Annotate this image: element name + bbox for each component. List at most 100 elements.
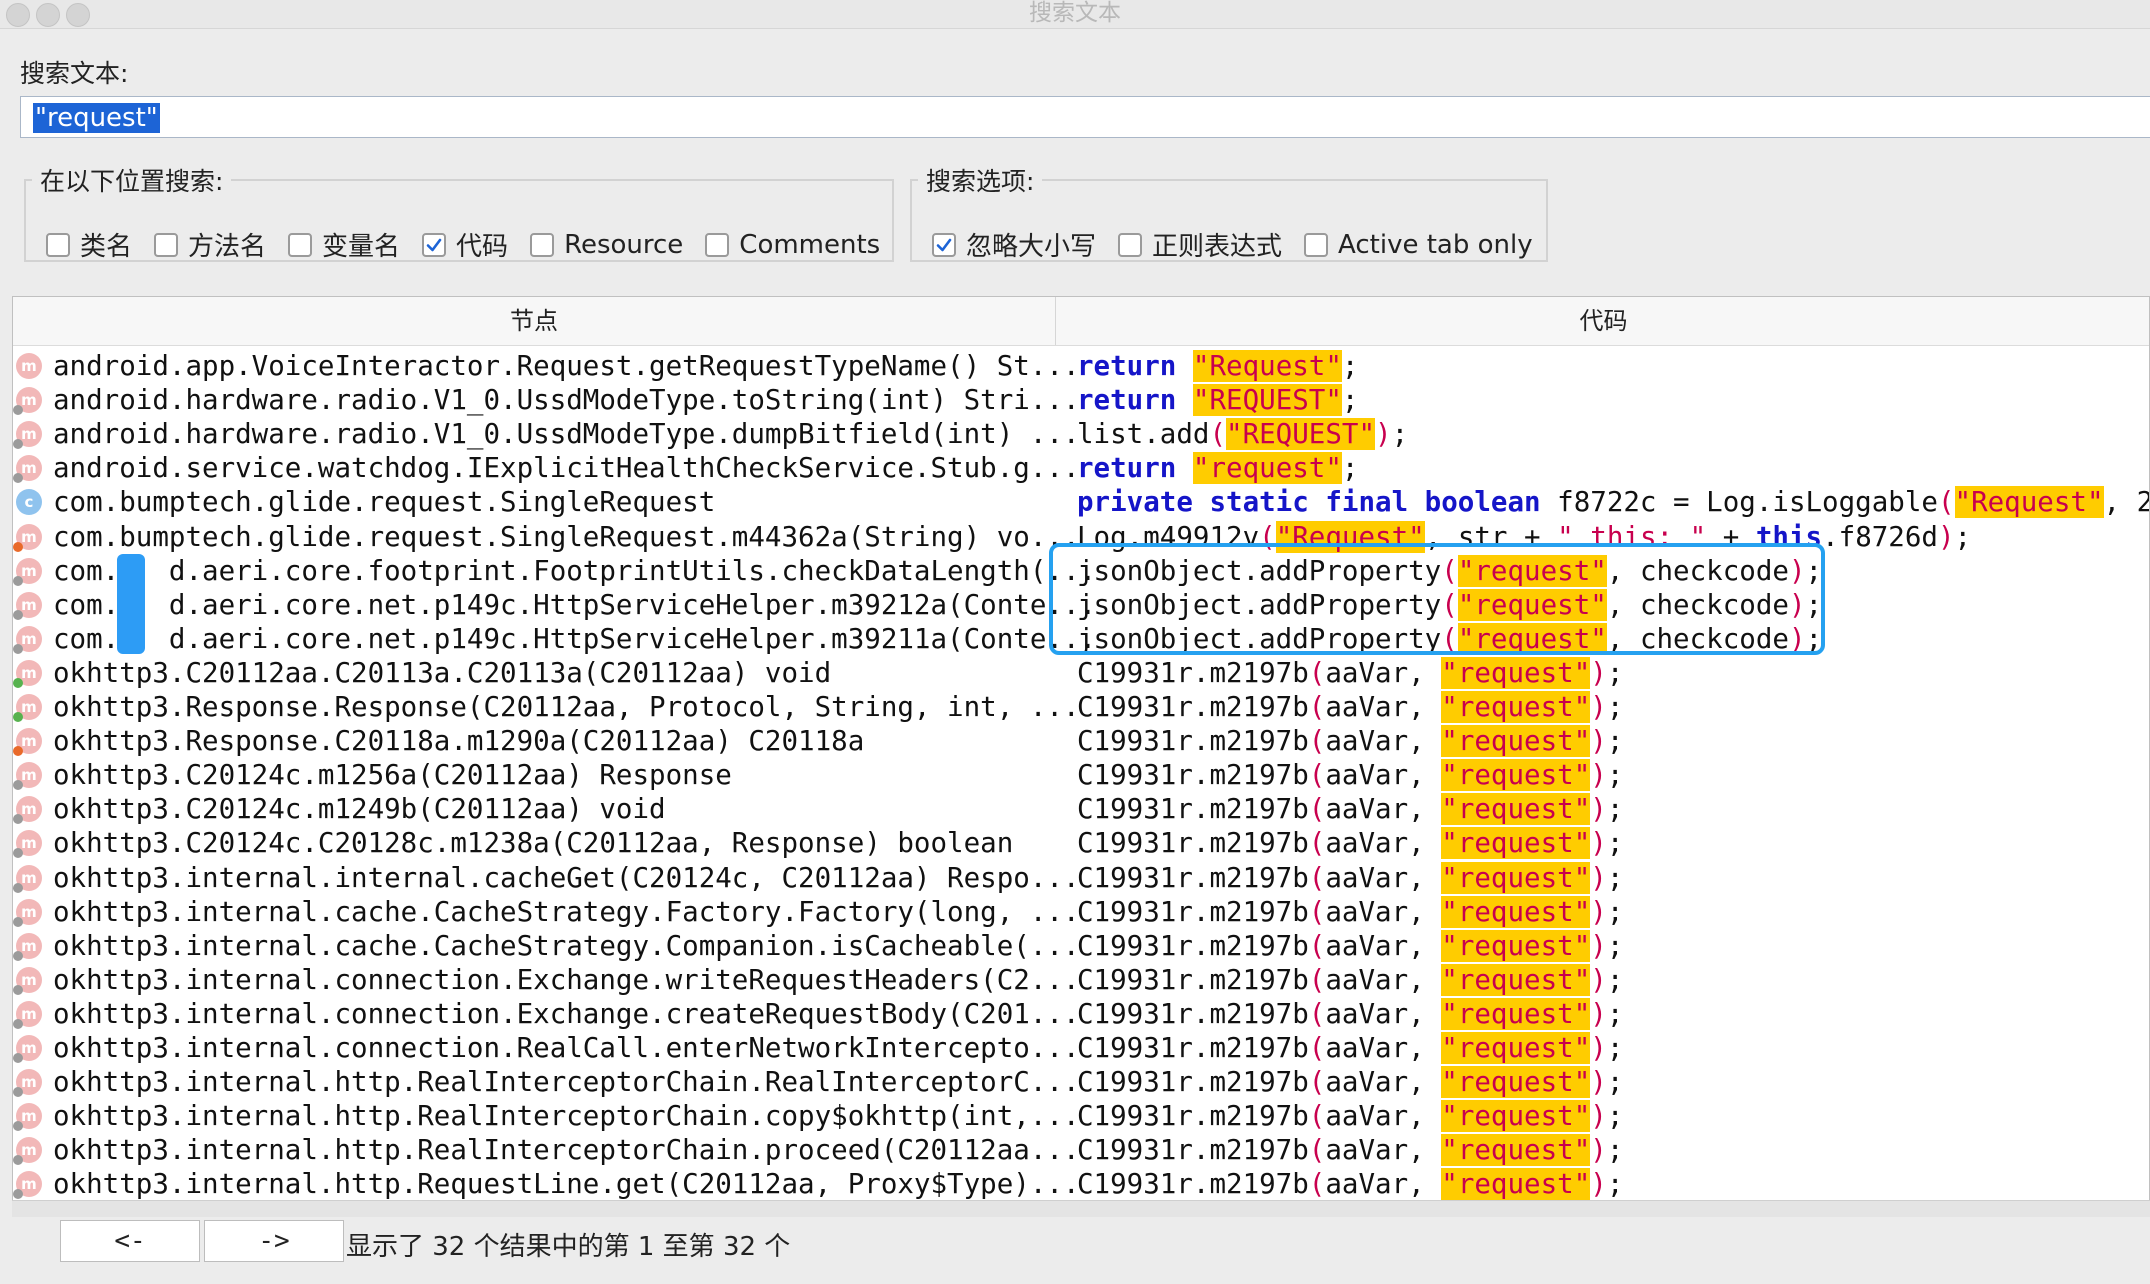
table-row[interactable]: m okhttp3.internal.http.RealInterceptorCh… bbox=[13, 1099, 2149, 1133]
table-row[interactable]: m okhttp3.internal.http.RealInterceptorCh… bbox=[13, 1065, 2149, 1099]
checkbox-checked-icon[interactable] bbox=[932, 232, 956, 257]
node-text: okhttp3.C20124c.m1249b(C20112aa) void bbox=[53, 793, 666, 826]
option-options_group-1[interactable]: 正则表达式 bbox=[1118, 226, 1282, 263]
table-row[interactable]: m okhttp3.internal.http.RequestLine.get(C… bbox=[13, 1167, 2149, 1201]
node-text: okhttp3.internal.internal.cacheGet(C2012… bbox=[53, 861, 1080, 894]
node-text: com.bumptech.glide.request.SingleRequest… bbox=[53, 520, 1080, 553]
checkbox-icon[interactable] bbox=[705, 232, 730, 257]
horizontal-scrollbar[interactable] bbox=[12, 1200, 2150, 1217]
search-input[interactable]: "request" bbox=[20, 96, 2150, 138]
column-header-node[interactable]: 节点 bbox=[13, 297, 1055, 345]
code-keyword: return bbox=[1077, 452, 1177, 485]
option-label: Active tab only bbox=[1338, 229, 1533, 260]
code-text: C19931r.m2197b(aaVar, "request"); bbox=[1077, 929, 1623, 963]
code-token: aaVar, bbox=[1325, 1032, 1442, 1064]
results-status: 显示了 32 个结果中的第 1 至第 32 个 bbox=[346, 1232, 791, 1262]
code-token: ( bbox=[1209, 418, 1227, 451]
table-row[interactable]: m okhttp3.C20124c.m1256a(C20112aa) Respon… bbox=[13, 758, 2149, 792]
code-string-match: "request" bbox=[1441, 725, 1591, 758]
code-token: ) bbox=[1937, 520, 1955, 553]
checkbox-icon[interactable] bbox=[154, 232, 179, 257]
code-text: C19931r.m2197b(aaVar, "request"); bbox=[1077, 724, 1623, 758]
code-token: ) bbox=[1590, 1134, 1607, 1167]
search-options-options: 忽略大小写 正则表达式 Active tab only bbox=[932, 226, 1555, 263]
code-token: C19931r.m2197b bbox=[1077, 895, 1309, 928]
option-location_group-1[interactable]: 方法名 bbox=[154, 226, 266, 263]
table-row[interactable]: m okhttp3.internal.connection.Exchange.wr… bbox=[13, 963, 2149, 997]
code-text: C19931r.m2197b(aaVar, "request"); bbox=[1077, 895, 1623, 929]
code-token: .f8726d bbox=[1822, 520, 1938, 553]
table-row[interactable]: c com.bumptech.glide.request.SingleReques… bbox=[13, 485, 2149, 519]
method-icon: m bbox=[13, 455, 42, 484]
code-token: ; bbox=[1341, 384, 1359, 417]
table-row[interactable]: m okhttp3.C20124c.C20128c.m1238a(C20112aa… bbox=[13, 826, 2149, 860]
code-token: ) bbox=[1590, 725, 1607, 758]
table-row[interactable]: m okhttp3.internal.connection.RealCall.en… bbox=[13, 1031, 2149, 1065]
code-token: ; bbox=[1341, 452, 1359, 485]
access-badge-icon bbox=[13, 984, 23, 995]
prev-page-button[interactable]: <- bbox=[60, 1220, 200, 1262]
window-titlebar: 搜索文本 bbox=[0, 0, 2150, 29]
option-location_group-5[interactable]: Comments bbox=[705, 230, 880, 260]
option-location_group-4[interactable]: Resource bbox=[530, 230, 683, 260]
table-row[interactable]: m android.hardware.radio.V1_0.UssdModeTyp… bbox=[13, 383, 2149, 417]
code-string-match: "request" bbox=[1441, 997, 1591, 1030]
table-row[interactable]: m okhttp3.internal.http.RealInterceptorCh… bbox=[13, 1133, 2149, 1167]
code-text: C19931r.m2197b(aaVar, "request"); bbox=[1077, 1099, 1623, 1133]
node-text: okhttp3.internal.http.RealInterceptorCha… bbox=[53, 1100, 1080, 1133]
code-token: ) bbox=[1590, 861, 1607, 894]
checkbox-checked-icon[interactable] bbox=[422, 232, 447, 257]
checkbox-icon[interactable] bbox=[1304, 232, 1329, 257]
table-row[interactable]: m okhttp3.C20124c.m1249b(C20112aa) void C1… bbox=[13, 792, 2149, 826]
code-string-match: "request" bbox=[1441, 759, 1591, 792]
column-header-code[interactable]: 代码 bbox=[1056, 297, 2149, 345]
table-row[interactable]: m okhttp3.internal.connection.Exchange.cr… bbox=[13, 997, 2149, 1031]
code-token: aaVar, bbox=[1325, 1134, 1442, 1167]
code-token: aaVar, bbox=[1325, 759, 1442, 792]
access-badge-icon bbox=[13, 1155, 23, 1166]
code-text: C19931r.m2197b(aaVar, "request"); bbox=[1077, 997, 1623, 1031]
search-options-legend: 搜索选项: bbox=[926, 167, 1035, 196]
method-icon: m bbox=[13, 1103, 42, 1132]
access-badge-icon bbox=[13, 405, 23, 416]
checkbox-icon[interactable] bbox=[1118, 232, 1143, 257]
results-table-header: 节点 代码 bbox=[13, 297, 2149, 346]
method-icon: m bbox=[13, 387, 42, 416]
code-string-match: "REQUEST" bbox=[1192, 384, 1342, 417]
code-token: ( bbox=[1308, 691, 1326, 723]
method-icon: m bbox=[13, 1171, 42, 1200]
table-row[interactable]: m okhttp3.Response.Response(C20112aa, Pro… bbox=[13, 690, 2149, 724]
table-row[interactable]: m okhttp3.internal.cache.CacheStrategy.Co… bbox=[13, 929, 2149, 963]
code-token: C19931r.m2197b bbox=[1077, 827, 1309, 860]
option-location_group-3[interactable]: 代码 bbox=[422, 226, 508, 263]
checkbox-icon[interactable] bbox=[530, 232, 555, 257]
option-options_group-2[interactable]: Active tab only bbox=[1304, 230, 1533, 260]
code-text: private static final boolean f8722c = Lo… bbox=[1077, 485, 2149, 519]
table-row[interactable]: m android.service.watchdog.IExplicitHealt… bbox=[13, 451, 2149, 485]
code-keyword: return bbox=[1077, 384, 1177, 417]
next-page-button[interactable]: -> bbox=[204, 1220, 344, 1262]
access-badge-icon bbox=[13, 848, 23, 859]
checkbox-icon[interactable] bbox=[46, 232, 70, 257]
code-string-match: "request" bbox=[1441, 929, 1591, 962]
table-row[interactable]: m okhttp3.internal.internal.cacheGet(C201… bbox=[13, 861, 2149, 895]
table-row[interactable]: m okhttp3.C20112aa.C20113a.C20113a(C20112… bbox=[13, 656, 2149, 690]
option-location_group-0[interactable]: 类名 bbox=[46, 226, 132, 263]
code-token: C19931r.m2197b bbox=[1077, 1032, 1309, 1064]
table-row[interactable]: m okhttp3.internal.cache.CacheStrategy.Fa… bbox=[13, 895, 2149, 929]
table-row[interactable]: m android.hardware.radio.V1_0.UssdModeTyp… bbox=[13, 417, 2149, 451]
code-text: C19931r.m2197b(aaVar, "request"); bbox=[1077, 758, 1623, 792]
code-token: ) bbox=[1375, 418, 1392, 451]
access-badge-icon bbox=[13, 1087, 23, 1098]
code-token: aaVar, bbox=[1325, 827, 1442, 860]
access-badge-icon bbox=[13, 439, 23, 450]
code-token: ( bbox=[1308, 827, 1326, 860]
table-row[interactable]: m android.app.VoiceInteractor.Request.get… bbox=[13, 349, 2149, 383]
code-token: C19931r.m2197b bbox=[1077, 691, 1309, 723]
table-row[interactable]: m okhttp3.Response.C20118a.m1290a(C20112a… bbox=[13, 724, 2149, 758]
checkbox-icon[interactable] bbox=[288, 232, 313, 257]
code-token: ( bbox=[1308, 997, 1326, 1030]
option-location_group-2[interactable]: 变量名 bbox=[288, 226, 400, 263]
option-options_group-0[interactable]: 忽略大小写 bbox=[932, 226, 1096, 263]
